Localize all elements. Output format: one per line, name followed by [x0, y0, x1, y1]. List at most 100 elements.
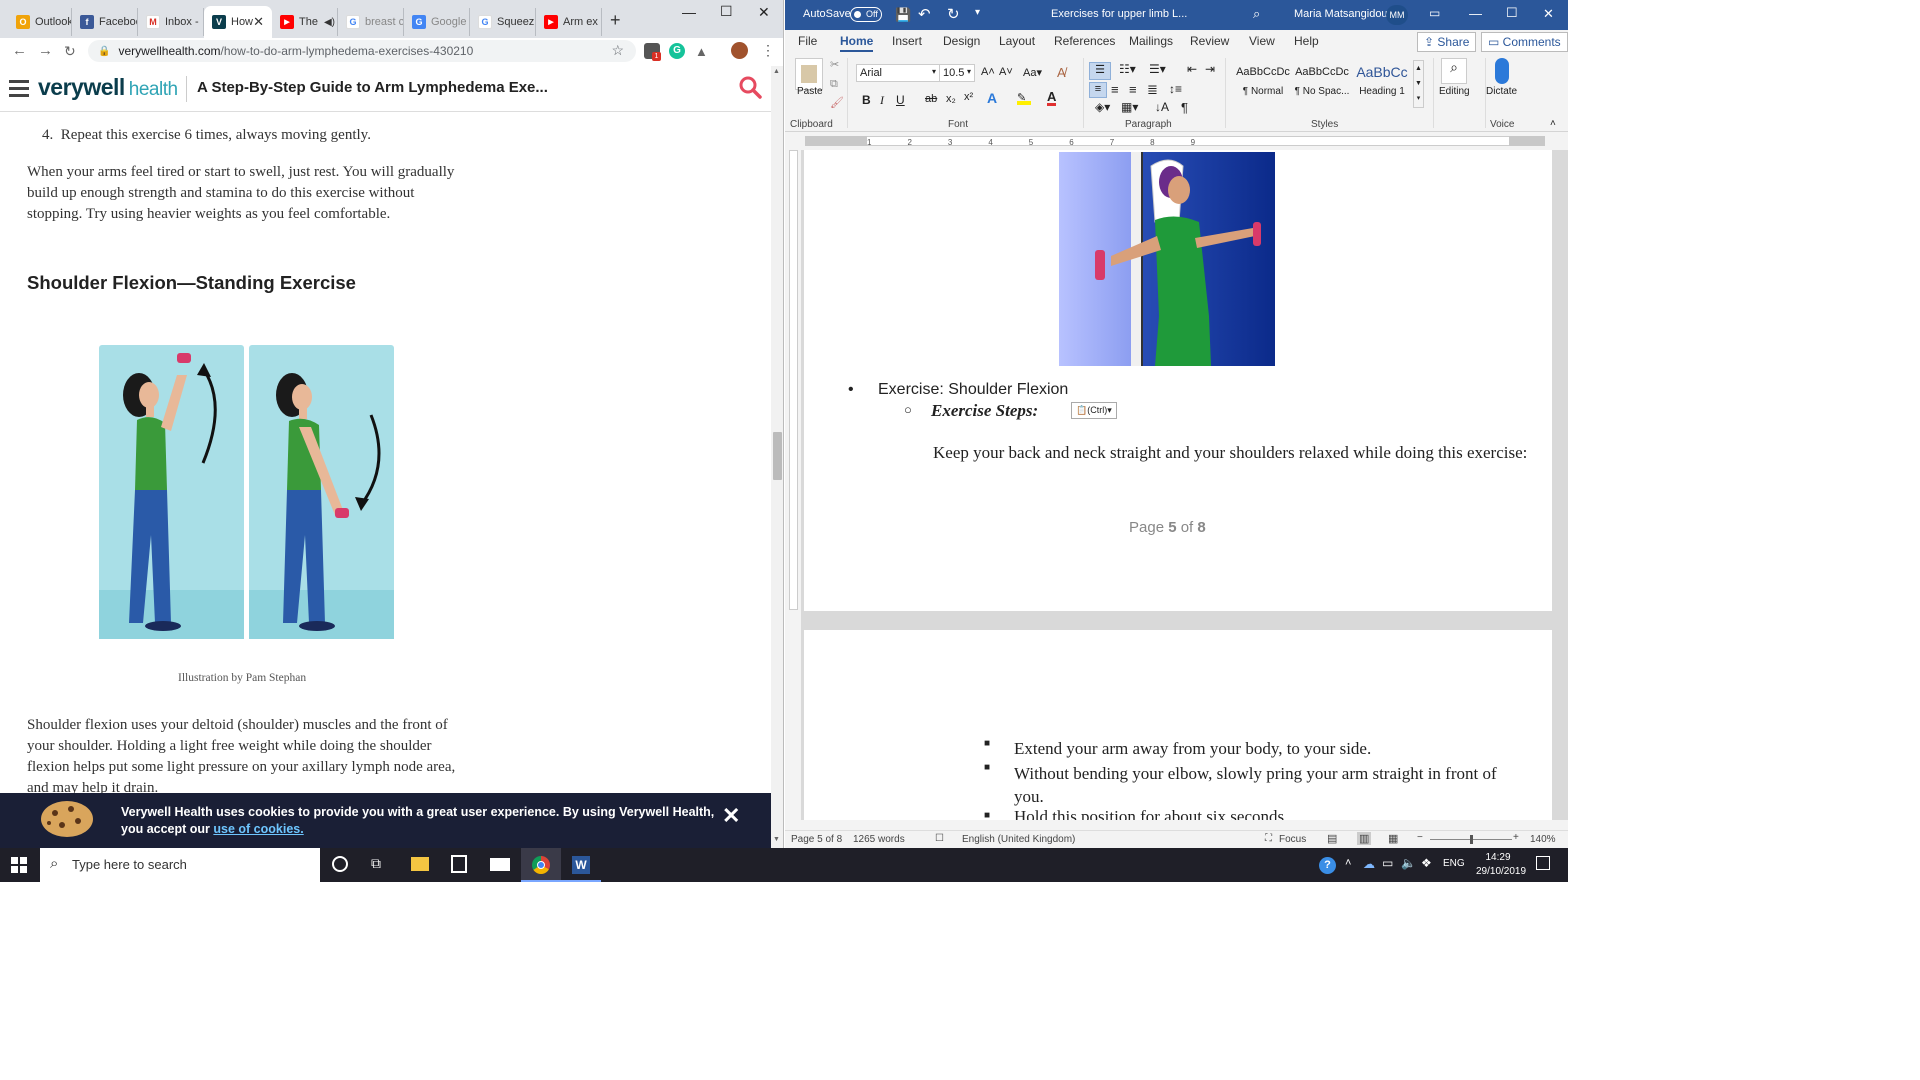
- font-size-box[interactable]: 10.5 ▾: [939, 64, 975, 82]
- browser-tab-verywell[interactable]: V How ✕: [204, 6, 272, 38]
- highlight-icon[interactable]: ✎: [1017, 91, 1031, 105]
- undo-icon[interactable]: ↶: [918, 5, 931, 23]
- paste-options-button[interactable]: 📋(Ctrl)▾: [1071, 402, 1117, 419]
- proofing-icon[interactable]: ☐: [935, 833, 944, 844]
- web-layout-icon[interactable]: ▦: [1388, 832, 1398, 845]
- redo-icon[interactable]: ↻: [947, 5, 960, 23]
- paste-button[interactable]: Paste: [797, 86, 823, 97]
- minimize-button[interactable]: —: [682, 4, 696, 20]
- scroll-up-icon[interactable]: ▲: [773, 68, 780, 75]
- multilevel-list-icon[interactable]: ☰▾: [1149, 62, 1166, 76]
- grow-font-icon[interactable]: A˄: [981, 66, 995, 78]
- action-center-icon[interactable]: [1536, 856, 1550, 870]
- verywell-logo[interactable]: verywell health: [38, 74, 178, 101]
- comments-button[interactable]: ▭ Comments: [1481, 32, 1568, 52]
- autosave-toggle[interactable]: Off: [850, 7, 882, 22]
- browser-tab-youtube-arm[interactable]: ▶ Arm ex: [536, 8, 602, 36]
- new-tab-button[interactable]: +: [610, 10, 621, 31]
- font-name-box[interactable]: Arial ▾: [856, 64, 940, 82]
- profile-avatar[interactable]: [731, 42, 748, 59]
- align-left-icon[interactable]: ≡: [1089, 82, 1107, 98]
- file-explorer-icon[interactable]: [411, 857, 429, 871]
- browser-tab-google-squeeze[interactable]: G Squeez: [470, 8, 536, 36]
- search-icon[interactable]: ⌕: [1253, 6, 1260, 22]
- document-canvas[interactable]: • Exercise: Shoulder Flexion ○ Exercise …: [801, 150, 1568, 820]
- italic-icon[interactable]: I: [880, 93, 884, 108]
- close-cookie-icon[interactable]: ✕: [722, 803, 740, 829]
- shading-icon[interactable]: ◈▾: [1095, 100, 1110, 114]
- print-layout-icon[interactable]: ▥: [1357, 832, 1372, 845]
- focus-mode-button[interactable]: Focus: [1279, 834, 1306, 845]
- tab-references[interactable]: References: [1054, 34, 1115, 48]
- tab-layout[interactable]: Layout: [999, 34, 1035, 48]
- close-tab-icon[interactable]: ✕: [253, 14, 264, 30]
- bullets-icon[interactable]: ☰: [1089, 62, 1111, 80]
- numbering-icon[interactable]: ☷▾: [1119, 62, 1136, 76]
- help-icon[interactable]: ?: [1319, 857, 1336, 874]
- clear-formatting-icon[interactable]: A̸: [1057, 65, 1066, 80]
- tab-home[interactable]: Home: [840, 34, 874, 52]
- tab-help[interactable]: Help: [1294, 34, 1319, 48]
- tab-review[interactable]: Review: [1190, 34, 1229, 48]
- ribbon-display-options-icon[interactable]: ▭: [1429, 6, 1440, 20]
- document-page-5[interactable]: • Exercise: Shoulder Flexion ○ Exercise …: [804, 150, 1552, 611]
- language-indicator[interactable]: ENG: [1443, 858, 1465, 869]
- status-language[interactable]: English (United Kingdom): [962, 834, 1075, 845]
- forward-icon[interactable]: →: [38, 42, 53, 59]
- volume-icon[interactable]: 🔈: [1401, 856, 1416, 870]
- focus-icon[interactable]: ⛶: [1265, 833, 1272, 844]
- save-icon[interactable]: 💾: [895, 7, 911, 23]
- hamburger-menu-icon[interactable]: [9, 80, 29, 97]
- editing-button[interactable]: Editing: [1439, 86, 1470, 97]
- store-icon[interactable]: [451, 855, 467, 873]
- format-painter-icon[interactable]: 🖌: [830, 96, 844, 109]
- scroll-down-icon[interactable]: ▼: [773, 836, 780, 843]
- bookmark-star-icon[interactable]: ☆: [611, 42, 624, 59]
- maximize-button[interactable]: ☐: [1506, 5, 1518, 21]
- underline-icon[interactable]: U: [896, 93, 905, 107]
- show-hidden-icons[interactable]: ˄: [1345, 857, 1351, 869]
- line-spacing-icon[interactable]: ↕≡: [1169, 82, 1182, 96]
- share-button[interactable]: ⇪ Share: [1417, 32, 1477, 52]
- justify-icon[interactable]: ≣: [1147, 82, 1158, 98]
- zoom-slider[interactable]: [1430, 835, 1512, 844]
- cortana-icon[interactable]: [332, 856, 348, 872]
- page-scrollbar[interactable]: ▲ ▼: [771, 66, 783, 848]
- tab-insert[interactable]: Insert: [892, 34, 922, 48]
- read-mode-icon[interactable]: ▤: [1327, 832, 1337, 845]
- scrollbar-thumb[interactable]: [773, 432, 782, 480]
- taskbar-word[interactable]: W: [561, 848, 601, 882]
- subscript-icon[interactable]: x₂: [946, 93, 956, 105]
- font-color-icon[interactable]: A: [1047, 90, 1057, 106]
- status-page[interactable]: Page 5 of 8: [791, 834, 842, 845]
- text-effects-icon[interactable]: A: [987, 90, 997, 106]
- document-page-6[interactable]: ■ Extend your arm away from your body, t…: [804, 630, 1552, 820]
- vertical-ruler[interactable]: [785, 150, 801, 820]
- cookie-policy-link[interactable]: use of cookies.: [213, 822, 303, 836]
- collapse-ribbon-icon[interactable]: ˄: [1550, 118, 1556, 129]
- browser-tab-outlook[interactable]: O Outlook: [8, 8, 72, 36]
- minimize-button[interactable]: —: [1469, 6, 1482, 21]
- superscript-icon[interactable]: x²: [964, 91, 973, 103]
- browser-tab-facebook[interactable]: fFacebook: [72, 8, 138, 36]
- zoom-level[interactable]: 140%: [1530, 834, 1556, 845]
- browser-tab-google-breast[interactable]: Gbreast c: [338, 8, 404, 36]
- browser-tab-google[interactable]: G Google: [404, 8, 470, 36]
- tab-mailings[interactable]: Mailings: [1129, 34, 1173, 48]
- chrome-menu-icon[interactable]: ⋮: [761, 42, 775, 59]
- horizontal-ruler[interactable]: 123456789: [785, 132, 1568, 150]
- browser-tab-youtube[interactable]: ▶ The ◀): [272, 8, 338, 36]
- decrease-indent-icon[interactable]: ⇤: [1187, 62, 1197, 76]
- taskbar-chrome[interactable]: [521, 848, 561, 882]
- style-normal[interactable]: AaBbCcDc ¶ Normal: [1235, 66, 1291, 97]
- borders-icon[interactable]: ▦▾: [1121, 100, 1138, 114]
- clock[interactable]: 14:29 29/10/2019: [1476, 851, 1526, 879]
- mail-icon[interactable]: [490, 858, 510, 871]
- increase-indent-icon[interactable]: ⇥: [1205, 62, 1215, 76]
- zoom-in-icon[interactable]: +: [1513, 832, 1519, 843]
- windows-start-icon[interactable]: [11, 857, 27, 873]
- onedrive-icon[interactable]: ☁: [1363, 857, 1375, 871]
- tab-design[interactable]: Design: [943, 34, 980, 48]
- shrink-font-icon[interactable]: A˅: [999, 66, 1013, 78]
- browser-tab-gmail[interactable]: M Inbox -: [138, 8, 204, 36]
